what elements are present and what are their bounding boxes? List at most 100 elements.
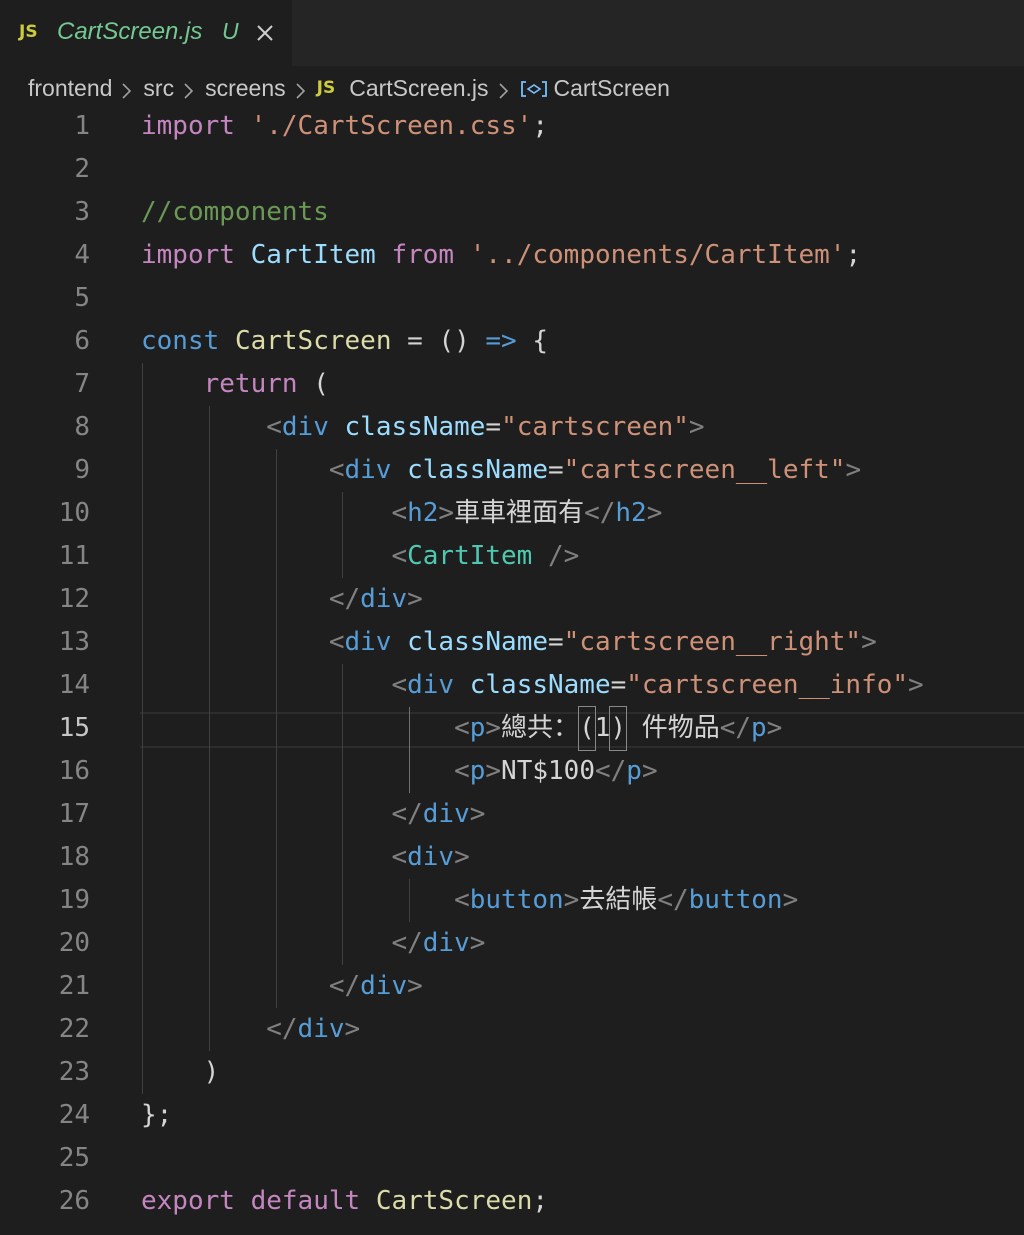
code-text: <div className="cartscreen"> xyxy=(141,406,704,449)
code-line[interactable]: 3 //components xyxy=(0,191,1024,234)
code-line[interactable]: 15 <p>總共：(1) 件物品</p> xyxy=(0,706,1024,751)
code-token: "cartscreen__left" xyxy=(563,455,846,485)
code-text: export default CartScreen; xyxy=(141,1180,548,1223)
line-number: 26 xyxy=(58,1186,90,1216)
close-icon[interactable] xyxy=(254,22,276,44)
code-token: CartScreen xyxy=(375,1186,533,1216)
line-number: 21 xyxy=(58,971,90,1001)
code-token: > xyxy=(641,756,658,786)
code-line[interactable]: 26 export default CartScreen; xyxy=(0,1180,1024,1223)
code-line[interactable]: 4 import CartItem from '../components/Car… xyxy=(0,234,1024,277)
code-text: </div> xyxy=(141,1008,360,1051)
code-line[interactable]: 9 <div className="cartscreen__left"> xyxy=(0,449,1024,492)
code-line[interactable]: 19 <button>去結帳</button> xyxy=(0,879,1024,922)
code-token: NT$100 xyxy=(501,756,595,786)
breadcrumb-item-frontend[interactable]: frontend xyxy=(28,75,112,102)
code-token: "cartscreen__right" xyxy=(563,627,862,657)
code-line[interactable]: 16 <p>NT$100</p> xyxy=(0,750,1024,793)
breadcrumb-item-file[interactable]: CartScreen.js xyxy=(349,75,488,102)
code-text: <div className="cartscreen__left"> xyxy=(141,449,861,492)
code-line[interactable]: 17 </div> xyxy=(0,793,1024,836)
line-number: 22 xyxy=(58,1014,90,1044)
code-line[interactable]: 6 const CartScreen = () => { xyxy=(0,320,1024,363)
code-text: <button>去結帳</button> xyxy=(141,879,798,922)
code-text: <div className="cartscreen__right"> xyxy=(141,621,877,664)
code-token: CartItem xyxy=(250,240,376,270)
code-line[interactable]: 14 <div className="cartscreen__info"> xyxy=(0,664,1024,707)
code-editor[interactable]: 1 import './CartScreen.css'; 2 3 //component… xyxy=(0,105,1024,1235)
tab-untracked-status: U xyxy=(222,18,239,44)
line-number: 3 xyxy=(74,197,90,227)
code-token: > xyxy=(782,885,799,915)
code-line[interactable]: 25 xyxy=(0,1137,1024,1180)
code-text: <p>總共：(1) 件物品</p> xyxy=(141,706,782,751)
code-token: from xyxy=(391,240,455,270)
line-number: 20 xyxy=(58,928,90,958)
chevron-right-icon xyxy=(183,79,194,99)
code-token: < xyxy=(391,842,408,872)
line-number: 14 xyxy=(58,670,90,700)
code-token: p xyxy=(469,713,486,743)
code-token: div xyxy=(281,412,329,442)
line-number: 4 xyxy=(74,240,90,270)
code-token: < xyxy=(454,756,470,786)
code-line[interactable]: 10 <h2>車車裡面有</h2> xyxy=(0,492,1024,535)
code-text: <div className="cartscreen__info"> xyxy=(141,664,924,707)
editor-tab-cartscreen[interactable]: JS CartScreen.js U xyxy=(0,0,292,66)
code-line[interactable]: 23 ) xyxy=(0,1051,1024,1094)
code-line[interactable]: 5 xyxy=(0,277,1024,320)
code-token: return xyxy=(203,369,298,399)
code-text: import CartItem from '../components/Cart… xyxy=(141,234,861,277)
code-token: 車車裡面有 xyxy=(454,498,585,528)
code-token: className xyxy=(469,670,611,700)
indent-guide xyxy=(342,492,344,578)
code-line[interactable]: 22 </div> xyxy=(0,1008,1024,1051)
code-text: //components xyxy=(141,191,329,234)
code-line[interactable]: 12 </div> xyxy=(0,578,1024,621)
code-token: > xyxy=(908,670,924,700)
code-token: /> xyxy=(548,541,580,571)
code-line[interactable]: 20 </div> xyxy=(0,922,1024,965)
code-token: }; xyxy=(141,1100,173,1130)
breadcrumb-item-src[interactable]: src xyxy=(143,75,174,102)
code-line[interactable]: 2 xyxy=(0,148,1024,191)
breadcrumb-item-symbol[interactable]: CartScreen xyxy=(554,75,670,102)
code-line[interactable]: 13 <div className="cartscreen__right"> xyxy=(0,621,1024,664)
line-number: 19 xyxy=(58,885,90,915)
line-number: 5 xyxy=(74,283,90,313)
code-line[interactable]: 18 <div> xyxy=(0,836,1024,879)
code-token: p xyxy=(751,713,767,743)
code-line[interactable]: 21 </div> xyxy=(0,965,1024,1008)
code-text: import './CartScreen.css'; xyxy=(141,105,548,148)
code-line[interactable]: 11 <CartItem /> xyxy=(0,535,1024,578)
line-number: 16 xyxy=(58,756,90,786)
code-line[interactable]: 7 return ( xyxy=(0,363,1024,406)
line-number: 18 xyxy=(58,842,90,872)
code-token: > xyxy=(469,799,486,829)
code-text: </div> xyxy=(141,922,485,965)
breadcrumb-item-screens[interactable]: screens xyxy=(205,75,286,102)
code-token: div xyxy=(344,627,392,657)
code-token: > xyxy=(861,627,877,657)
tab-filename: CartScreen.js xyxy=(57,18,203,45)
code-token: </ xyxy=(719,713,752,743)
code-token: > xyxy=(407,971,423,1001)
code-line[interactable]: 24}; xyxy=(0,1094,1024,1137)
code-line[interactable]: 1 import './CartScreen.css'; xyxy=(0,105,1024,148)
code-token: h2 xyxy=(407,498,439,528)
code-token: > xyxy=(469,928,486,958)
code-token: import xyxy=(141,240,235,270)
code-line[interactable]: 8 <div className="cartscreen"> xyxy=(0,406,1024,449)
